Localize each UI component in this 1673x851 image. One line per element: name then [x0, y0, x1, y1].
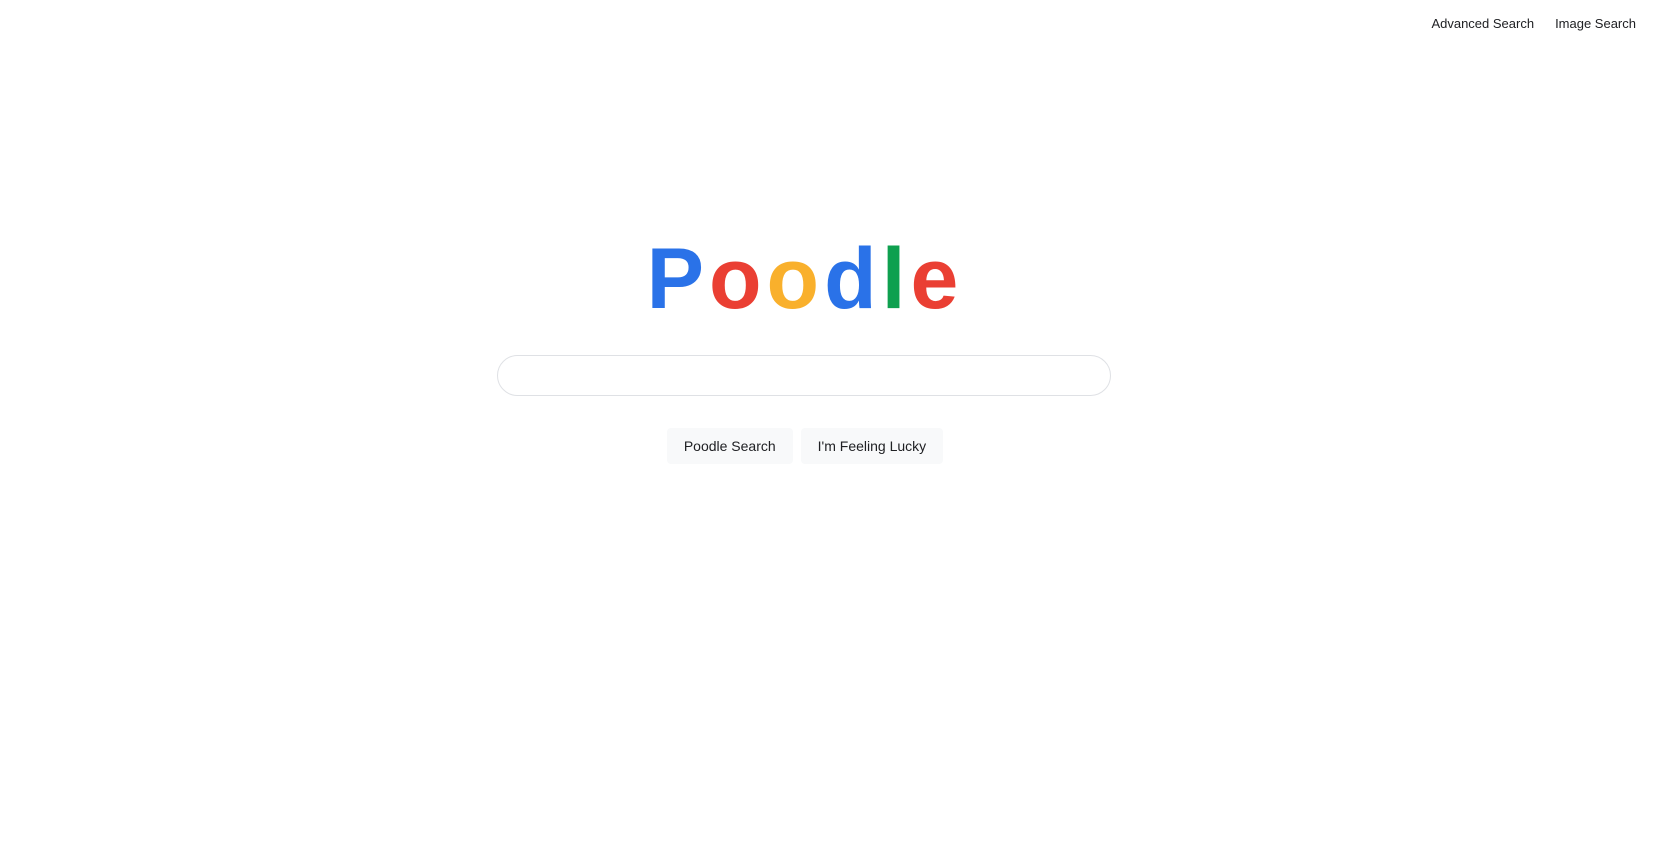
top-nav: Advanced Search Image Search — [1410, 15, 1636, 32]
logo-letter-d: d — [824, 231, 882, 327]
search-buttons: Poodle Search I'm Feeling Lucky — [0, 428, 1610, 464]
feeling-lucky-button[interactable]: I'm Feeling Lucky — [800, 428, 944, 464]
logo-letter-o2: o — [766, 231, 825, 327]
search-box — [497, 355, 1111, 396]
image-search-link[interactable]: Image Search — [1555, 15, 1636, 32]
poodle-logo: Poodle — [0, 236, 1610, 322]
logo-letter-o1: o — [708, 231, 767, 327]
advanced-search-link[interactable]: Advanced Search — [1431, 15, 1534, 32]
search-input[interactable] — [498, 356, 1110, 395]
logo-letter-p: P — [646, 231, 709, 327]
search-home-page: Advanced Search Image Search Poodle Pood… — [0, 0, 1673, 851]
poodle-search-button[interactable]: Poodle Search — [666, 428, 793, 464]
logo-letter-l: l — [881, 231, 911, 327]
logo-letter-e: e — [910, 231, 964, 327]
